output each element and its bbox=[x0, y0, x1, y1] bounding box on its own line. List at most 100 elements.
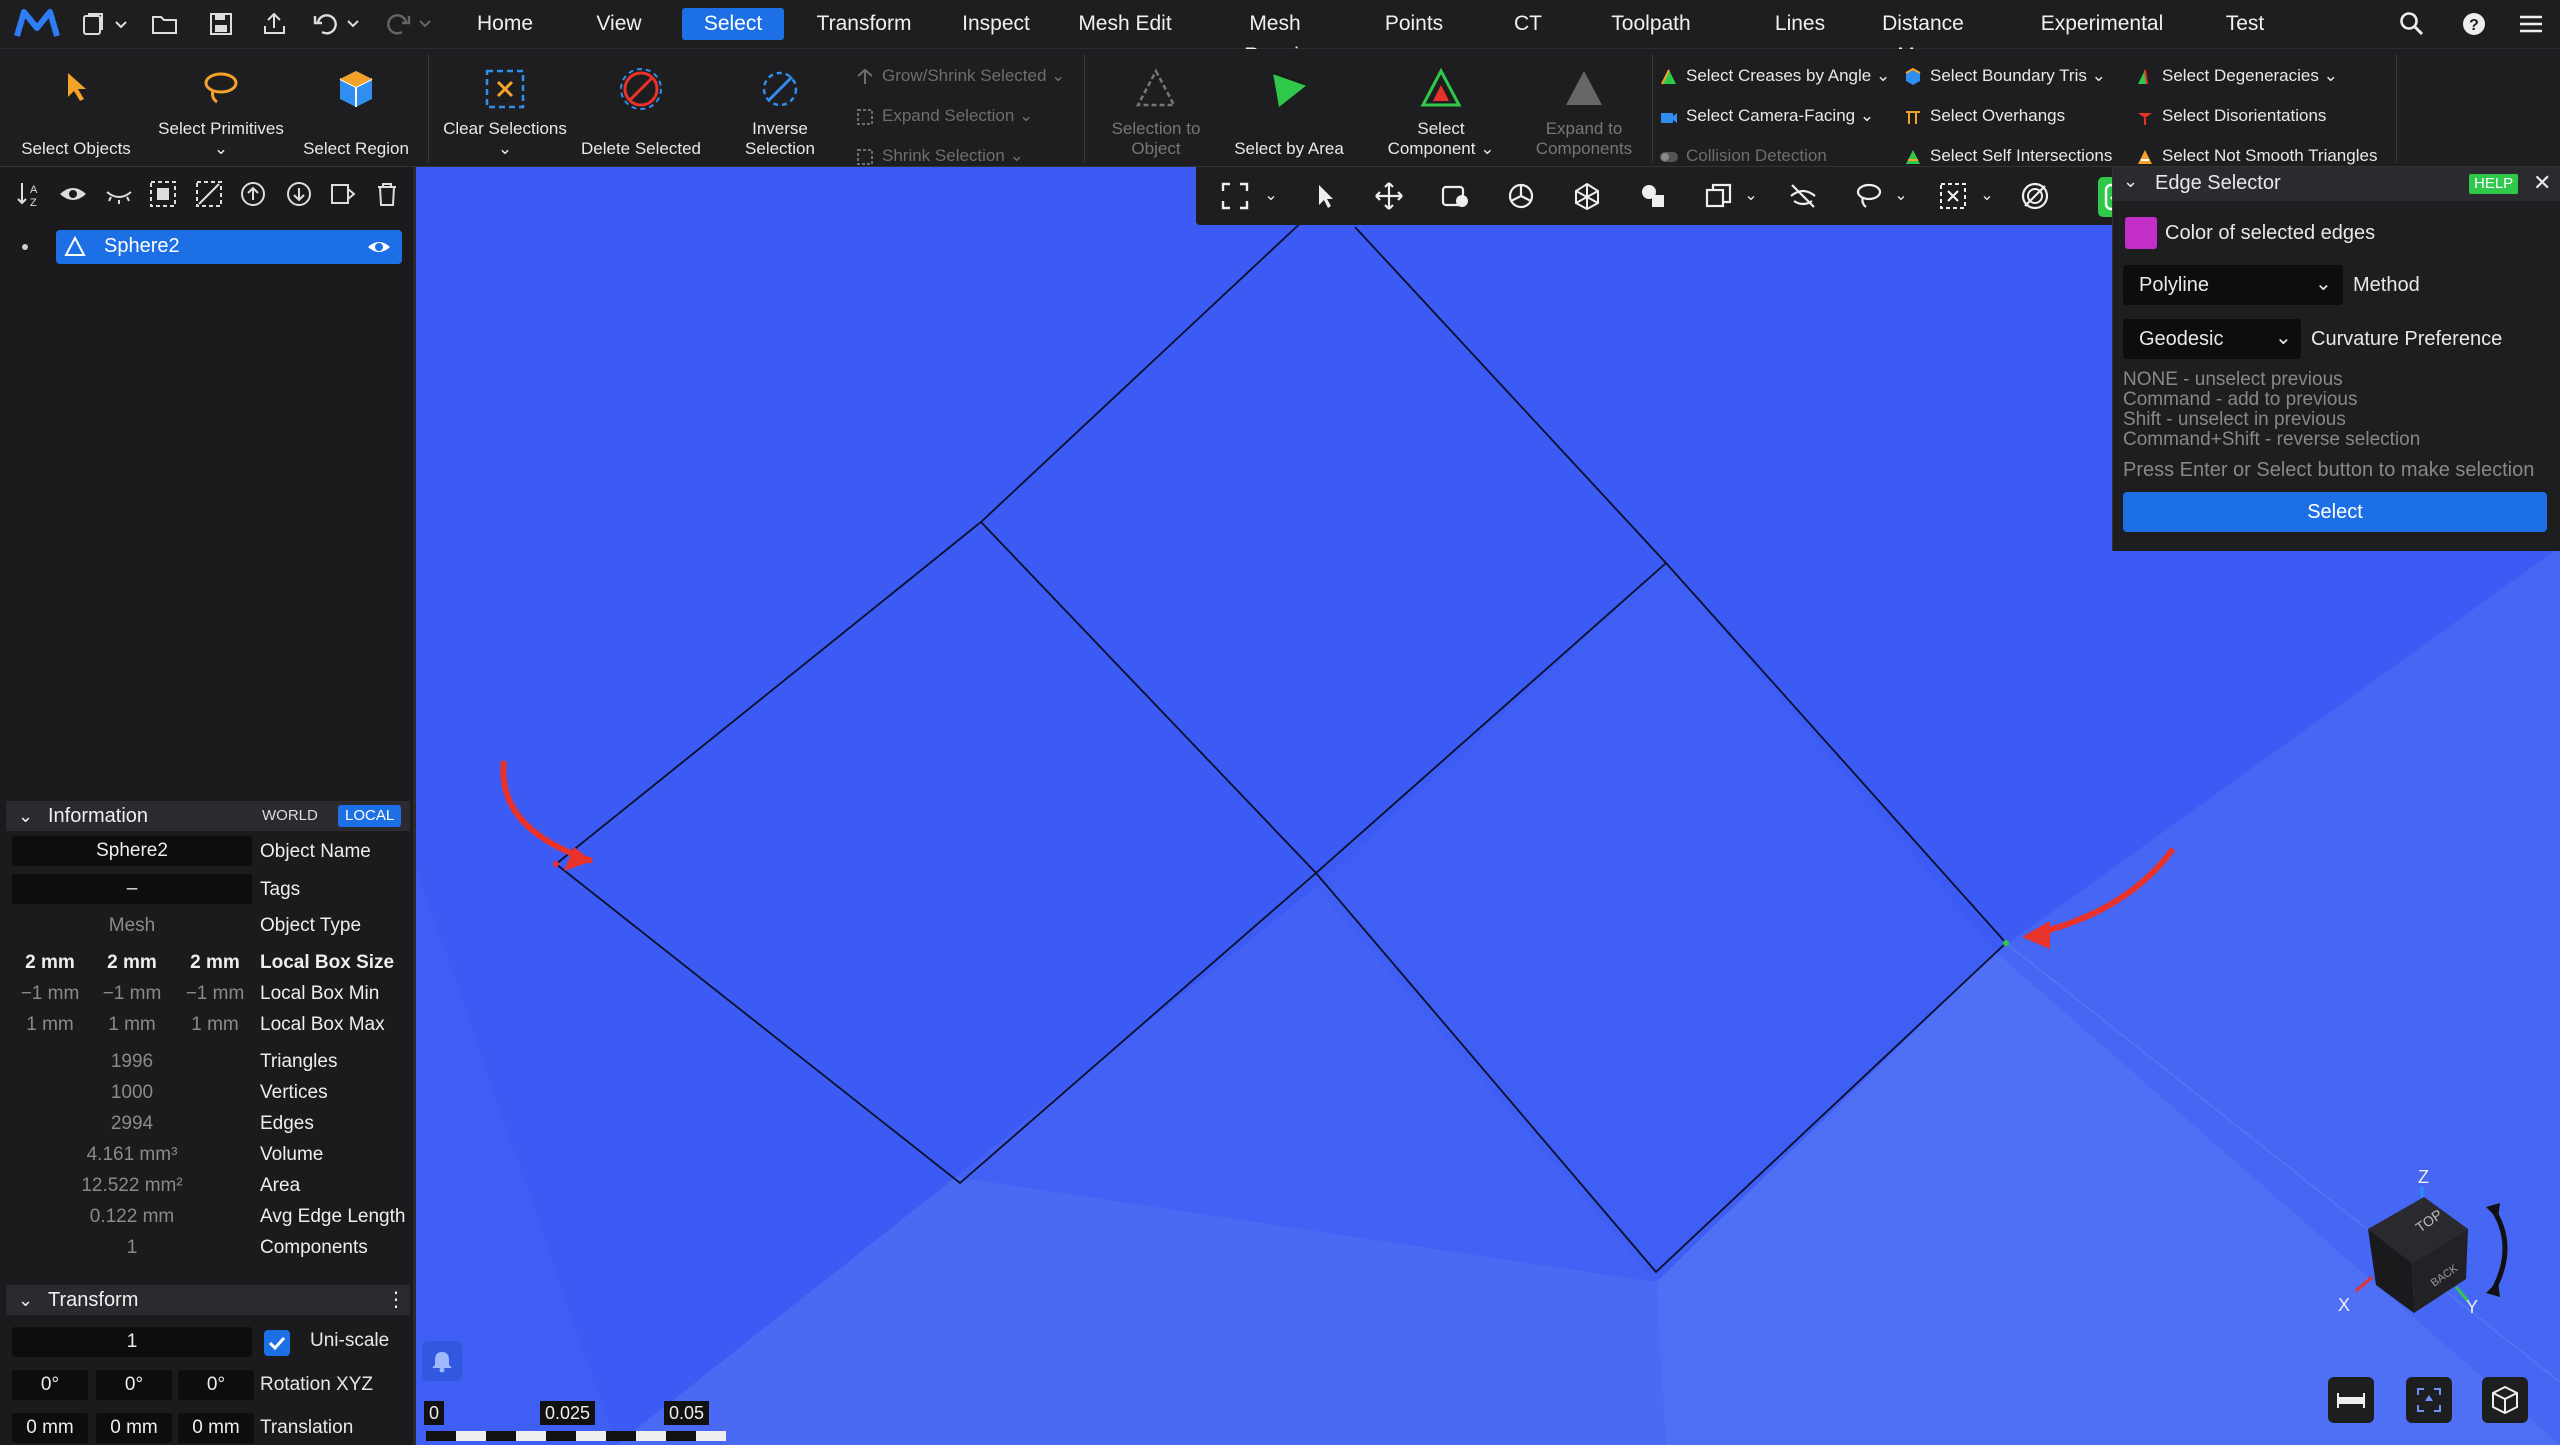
app-logo-icon[interactable] bbox=[14, 8, 60, 40]
tab-view[interactable]: View bbox=[589, 8, 649, 40]
chevron-down-icon[interactable]: ⌄ bbox=[1256, 181, 1286, 211]
box-select-icon[interactable] bbox=[1938, 181, 1968, 211]
translation-y-field[interactable]: 0 mm bbox=[96, 1413, 172, 1443]
tab-mesh-repair[interactable]: Mesh Repair bbox=[1210, 8, 1340, 67]
information-header[interactable]: ⌄ Information WORLD LOCAL bbox=[6, 801, 410, 831]
select-not-smooth-button[interactable]: Select Not Smooth Triangles bbox=[2136, 143, 2377, 169]
edge-color-swatch[interactable] bbox=[2125, 217, 2157, 249]
tab-test[interactable]: Test bbox=[2216, 8, 2274, 40]
rotation-z-field[interactable]: 0° bbox=[178, 1370, 254, 1400]
rotation-y-field[interactable]: 0° bbox=[96, 1370, 172, 1400]
hide-icon[interactable] bbox=[1788, 181, 1818, 211]
uniscale-checkbox[interactable] bbox=[264, 1330, 290, 1356]
select-primitives-button[interactable]: Select Primitives ⌄ bbox=[156, 49, 286, 167]
tab-mesh-edit[interactable]: Mesh Edit bbox=[1070, 8, 1180, 40]
collision-detection-button[interactable]: Collision Detection bbox=[1660, 143, 1827, 169]
eye-icon[interactable] bbox=[58, 179, 88, 209]
tab-home[interactable]: Home bbox=[466, 8, 544, 40]
file-menu-icon[interactable] bbox=[80, 12, 130, 38]
expand-selection-button[interactable]: Expand Selection ⌄ bbox=[856, 103, 1033, 129]
trash-icon[interactable] bbox=[372, 179, 402, 209]
delete-selected-button[interactable]: Delete Selected bbox=[572, 49, 710, 167]
mesh-wire-icon[interactable] bbox=[1572, 181, 1602, 211]
tab-select[interactable]: Select bbox=[682, 8, 784, 40]
select-creases-button[interactable]: Select Creases by Angle ⌄ bbox=[1660, 63, 1890, 89]
eye-closed-icon[interactable] bbox=[104, 179, 134, 209]
chevron-down-icon[interactable]: ⌄ bbox=[1886, 181, 1916, 211]
method-dropdown[interactable]: Polyline ⌄ bbox=[2123, 265, 2343, 305]
translation-z-field[interactable]: 0 mm bbox=[178, 1413, 254, 1443]
tab-inspect[interactable]: Inspect bbox=[953, 8, 1039, 40]
transform-header[interactable]: ⌄ Transform ⋮ bbox=[6, 1285, 410, 1315]
select-disorientations-button[interactable]: Select Disorientations bbox=[2136, 103, 2326, 129]
save-icon[interactable] bbox=[207, 10, 237, 38]
expand-to-components-button[interactable]: Expand to Components bbox=[1522, 49, 1646, 167]
scene-tree-item[interactable]: Sphere2 bbox=[56, 230, 402, 264]
tab-toolpath[interactable]: Toolpath bbox=[1600, 8, 1702, 40]
sort-icon[interactable]: AZ bbox=[14, 179, 44, 209]
help-badge[interactable]: HELP bbox=[2469, 174, 2519, 194]
tab-experimental[interactable]: Experimental bbox=[2030, 8, 2174, 40]
inverse-selection-button[interactable]: Inverse Selection bbox=[720, 49, 840, 167]
selection-to-object-button[interactable]: Selection to Object bbox=[1096, 49, 1216, 167]
pointer-icon[interactable] bbox=[1310, 181, 1340, 211]
move-up-icon[interactable] bbox=[238, 179, 268, 209]
rotation-x-field[interactable]: 0° bbox=[12, 1370, 88, 1400]
split-icon[interactable] bbox=[328, 179, 358, 209]
mesh-triangle-icon bbox=[64, 235, 86, 263]
select-by-area-button[interactable]: Select by Area bbox=[1224, 49, 1354, 167]
select-overhangs-button[interactable]: Select Overhangs bbox=[1904, 103, 2065, 129]
move-down-icon[interactable] bbox=[284, 179, 314, 209]
local-toggle[interactable]: LOCAL bbox=[338, 805, 402, 827]
deselect-icon[interactable] bbox=[194, 179, 224, 209]
grow-shrink-button[interactable]: Grow/Shrink Selected ⌄ bbox=[856, 63, 1065, 89]
edge-selector-header[interactable]: ⌄ Edge Selector HELP ✕ bbox=[2113, 167, 2560, 201]
chevron-down-icon[interactable]: ⌄ bbox=[1972, 181, 2002, 211]
fit-view-icon[interactable] bbox=[1220, 181, 1250, 211]
export-icon[interactable] bbox=[260, 10, 290, 38]
move-icon[interactable] bbox=[1374, 181, 1404, 211]
select-degeneracies-button[interactable]: Select Degeneracies ⌄ bbox=[2136, 63, 2338, 89]
curvature-dropdown[interactable]: Geodesic ⌄ bbox=[2123, 319, 2301, 359]
scale-field[interactable]: 1 bbox=[12, 1327, 252, 1357]
undo-icon[interactable] bbox=[312, 10, 362, 38]
close-icon[interactable]: ✕ bbox=[2533, 170, 2551, 196]
paint-select-icon[interactable] bbox=[1440, 181, 1470, 211]
select-button[interactable]: Select bbox=[2123, 492, 2547, 532]
fit-screen-icon[interactable] bbox=[2406, 1377, 2452, 1423]
tab-distance-maps[interactable]: Distance Maps bbox=[1848, 8, 1998, 67]
select-camera-facing-button[interactable]: Select Camera-Facing ⌄ bbox=[1660, 103, 1874, 129]
search-icon[interactable] bbox=[2398, 10, 2426, 38]
select-region-button[interactable]: Select Region bbox=[296, 49, 416, 167]
visibility-eye-icon[interactable] bbox=[366, 236, 392, 263]
view-cube-icon[interactable] bbox=[2482, 1377, 2528, 1423]
no-select-icon[interactable] bbox=[2020, 181, 2050, 211]
clear-selections-button[interactable]: Clear Selections ⌄ bbox=[440, 49, 570, 167]
translation-x-field[interactable]: 0 mm bbox=[12, 1413, 88, 1443]
copy-icon[interactable] bbox=[1704, 181, 1734, 211]
shrink-selection-button[interactable]: Shrink Selection ⌄ bbox=[856, 143, 1024, 169]
shapes-icon[interactable] bbox=[1638, 181, 1668, 211]
select-objects-button[interactable]: Select Objects bbox=[10, 49, 142, 167]
world-toggle[interactable]: WORLD bbox=[256, 805, 324, 827]
select-all-icon[interactable] bbox=[148, 179, 178, 209]
tab-ct[interactable]: CT bbox=[1508, 8, 1548, 40]
select-boundary-tris-button[interactable]: Select Boundary Tris ⌄ bbox=[1904, 63, 2106, 89]
notification-bell-icon[interactable] bbox=[422, 1341, 462, 1381]
select-self-intersections-button[interactable]: Select Self Intersections bbox=[1904, 143, 2112, 169]
select-component-button[interactable]: Select Component ⌄ bbox=[1382, 49, 1500, 167]
object-type-row: Mesh Object Type bbox=[108, 915, 362, 936]
ruler-icon[interactable] bbox=[2328, 1377, 2374, 1423]
aperture-icon[interactable] bbox=[1506, 181, 1536, 211]
lasso-tool-icon[interactable] bbox=[1854, 181, 1884, 211]
more-vertical-icon[interactable]: ⋮ bbox=[386, 1285, 406, 1315]
open-folder-icon[interactable] bbox=[150, 10, 180, 38]
chevron-down-icon[interactable]: ⌄ bbox=[1736, 181, 1766, 211]
help-icon[interactable]: ? bbox=[2460, 10, 2488, 38]
menu-icon[interactable] bbox=[2516, 10, 2546, 38]
tab-lines[interactable]: Lines bbox=[1765, 8, 1835, 40]
redo-icon[interactable] bbox=[384, 10, 434, 38]
view-cube[interactable]: TOP BACK Z X Y bbox=[2316, 1167, 2526, 1337]
tab-transform[interactable]: Transform bbox=[805, 8, 923, 40]
tab-points[interactable]: Points bbox=[1372, 8, 1456, 40]
